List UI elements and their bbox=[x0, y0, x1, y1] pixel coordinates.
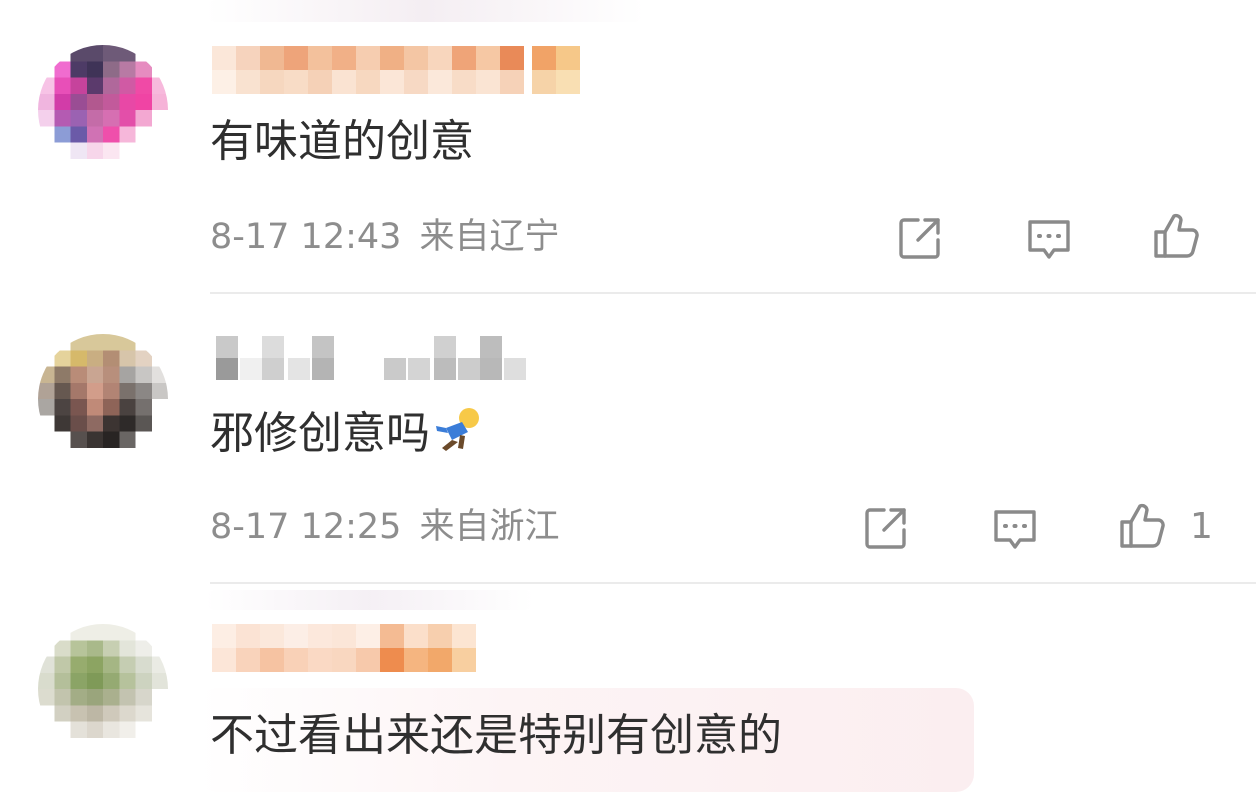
thumbs-up-icon bbox=[1120, 503, 1165, 548]
comment-text: 邪修创意吗 bbox=[210, 404, 482, 462]
comment-button[interactable] bbox=[1021, 210, 1077, 266]
comment-text-content: 邪修创意吗 bbox=[210, 408, 430, 459]
comment-text: 不过看出来还是特别有创意的 bbox=[210, 710, 782, 761]
like-button[interactable] bbox=[1114, 498, 1170, 554]
username-blurred[interactable] bbox=[212, 624, 512, 672]
comment-button[interactable] bbox=[987, 500, 1043, 556]
share-button[interactable] bbox=[858, 500, 914, 556]
comment-item: 邪修创意吗 8-17 12:25 来自浙江 1 bbox=[0, 294, 1256, 582]
comment-time: 8-17 12:43 bbox=[210, 217, 402, 257]
avatar[interactable] bbox=[38, 624, 168, 754]
comment-text: 有味道的创意 bbox=[210, 116, 474, 167]
comment-meta: 8-17 12:25 来自浙江 bbox=[210, 505, 559, 549]
share-icon bbox=[865, 508, 906, 549]
username-blurred[interactable] bbox=[212, 46, 582, 94]
comment-location: 来自浙江 bbox=[419, 507, 560, 547]
comment-item: 有味道的创意 8-17 12:43 来自辽宁 bbox=[0, 0, 1256, 292]
share-button[interactable] bbox=[892, 210, 948, 266]
comment-item: 不过看出来还是特别有创意的 bbox=[0, 584, 1256, 802]
share-icon bbox=[899, 218, 940, 259]
comment-time: 8-17 12:25 bbox=[210, 507, 402, 547]
avatar[interactable] bbox=[38, 334, 168, 464]
username-blurred[interactable] bbox=[212, 334, 532, 382]
person-falling-emoji bbox=[436, 408, 479, 451]
thumbs-up-icon bbox=[1154, 213, 1199, 258]
like-button[interactable] bbox=[1148, 208, 1204, 264]
avatar[interactable] bbox=[38, 45, 168, 175]
comment-feed: 有味道的创意 8-17 12:43 来自辽宁 邪修创意吗 8-17 12:25 … bbox=[0, 0, 1256, 802]
comment-meta: 8-17 12:43 来自辽宁 bbox=[210, 215, 559, 259]
like-count: 1 bbox=[1190, 506, 1213, 547]
comment-icon bbox=[994, 510, 1036, 549]
comment-icon bbox=[1028, 220, 1070, 259]
comment-location: 来自辽宁 bbox=[419, 217, 560, 257]
